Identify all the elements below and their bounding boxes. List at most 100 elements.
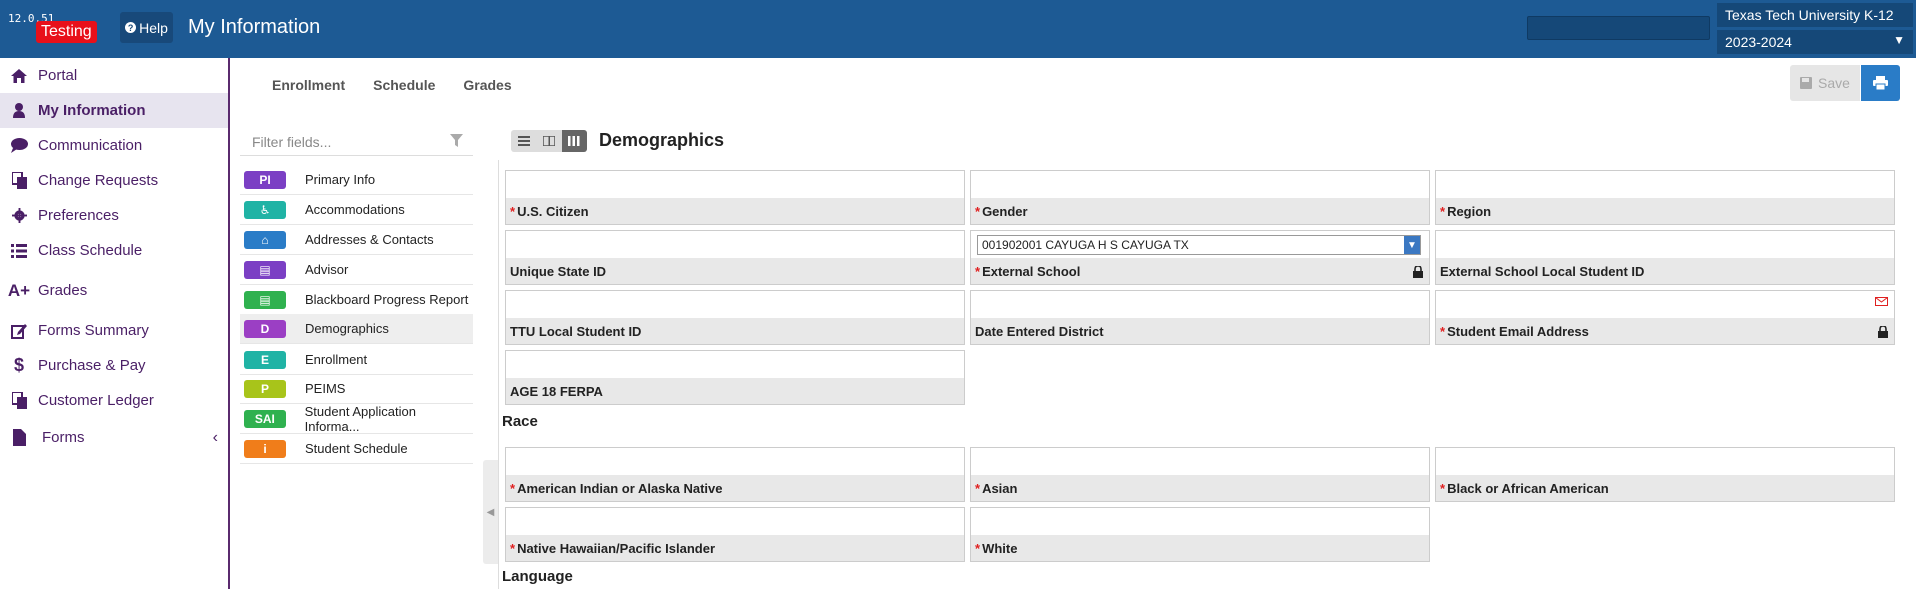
field-american-indian[interactable]: * American Indian or Alaska Native <box>505 447 965 502</box>
view-list-button[interactable] <box>511 130 536 152</box>
field-external-school-local-id[interactable]: External School Local Student ID <box>1435 230 1895 285</box>
lock-icon <box>1878 326 1888 338</box>
view-two-column-button[interactable] <box>536 130 561 152</box>
section-item-primary-info[interactable]: PI Primary Info <box>240 165 473 195</box>
field-label: * U.S. Citizen <box>506 198 964 224</box>
accessibility-icon: ♿ <box>244 200 286 219</box>
field-label: TTU Local Student ID <box>506 318 964 344</box>
organization-select[interactable]: Texas Tech University K-12 <box>1717 3 1913 27</box>
sidebar-item-change-requests[interactable]: Change Requests <box>0 163 228 198</box>
section-item-student-schedule[interactable]: i Student Schedule <box>240 434 473 464</box>
section-item-student-application[interactable]: SAI Student Application Informa... <box>240 404 473 434</box>
help-button[interactable]: ? Help <box>120 12 173 43</box>
field-date-entered-district[interactable]: Date Entered District <box>970 290 1430 345</box>
help-label: Help <box>139 19 168 36</box>
sidebar-item-forms-summary[interactable]: Forms Summary <box>0 313 228 348</box>
demographics-form: * U.S. Citizen * Gender * Region Unique Sta… <box>498 160 1898 589</box>
sidebar-item-portal[interactable]: Portal <box>0 58 228 93</box>
sidebar-item-forms[interactable]: Forms ‹ <box>0 420 228 455</box>
section-label: Blackboard Progress Report <box>305 292 469 307</box>
field-black-african-american[interactable]: * Black or African American <box>1435 447 1895 502</box>
field-label: * Asian <box>971 475 1429 501</box>
triangle-left-icon: ◀ <box>486 506 495 518</box>
section-item-blackboard[interactable]: ▤ Blackboard Progress Report <box>240 285 473 315</box>
page-title: My Information <box>188 16 321 38</box>
sidebar-item-label: Preferences <box>38 207 119 224</box>
copy-icon <box>0 392 38 409</box>
section-item-peims[interactable]: P PEIMS <box>240 374 473 404</box>
field-unique-state-id[interactable]: Unique State ID <box>505 230 965 285</box>
field-label: Unique State ID <box>506 258 964 284</box>
sidebar-item-class-schedule[interactable]: Class Schedule <box>0 233 228 268</box>
collapse-panel-handle[interactable]: ◀ <box>483 460 498 564</box>
field-asian[interactable]: * Asian <box>970 447 1430 502</box>
section-label: PEIMS <box>305 381 346 396</box>
section-label: Accommodations <box>305 202 405 217</box>
section-label: Demographics <box>305 321 389 336</box>
tab-schedule[interactable]: Schedule <box>373 77 435 93</box>
save-label: Save <box>1818 75 1850 91</box>
app-logo[interactable]: 12.0.51 Testing <box>6 12 106 48</box>
section-item-addresses-contacts[interactable]: ⌂ Addresses & Contacts <box>240 225 473 255</box>
year-select[interactable]: 2023-2024 ▼ <box>1717 30 1913 54</box>
field-label: * Student Email Address <box>1436 318 1894 344</box>
field-label: * Black or African American <box>1436 475 1894 501</box>
section-item-accommodations[interactable]: ♿ Accommodations <box>240 195 473 225</box>
lock-icon <box>1413 266 1423 278</box>
field-label: * Gender <box>971 198 1429 224</box>
top-bar: 12.0.51 Testing ? Help My Information Te… <box>0 0 1916 58</box>
sidebar-item-my-information[interactable]: My Information <box>0 93 228 128</box>
edit-icon <box>0 323 38 339</box>
section-item-enrollment[interactable]: E Enrollment <box>240 345 473 375</box>
content-tabs: Enrollment Schedule Grades <box>272 77 540 93</box>
caret-down-icon: ▼ <box>1893 33 1905 47</box>
home-icon: ⌂ <box>244 230 286 249</box>
section-item-advisor[interactable]: ▤ Advisor <box>240 255 473 285</box>
section-label: Enrollment <box>305 352 368 367</box>
global-search-input[interactable] <box>1527 16 1710 40</box>
field-student-email[interactable]: * Student Email Address <box>1435 290 1895 345</box>
sidebar-item-purchase-pay[interactable]: $ Purchase & Pay <box>0 348 228 383</box>
list-icon <box>0 243 38 258</box>
field-us-citizen[interactable]: * U.S. Citizen <box>505 170 965 225</box>
sidebar-item-preferences[interactable]: Preferences <box>0 198 228 233</box>
section-badge: P <box>244 379 286 398</box>
sidebar-item-label: Communication <box>38 137 143 154</box>
section-item-demographics[interactable]: D Demographics <box>240 314 473 344</box>
home-icon <box>0 68 38 83</box>
sidebar-item-grades[interactable]: A+ Grades <box>0 273 228 308</box>
tab-enrollment[interactable]: Enrollment <box>272 77 345 93</box>
chevron-left-icon[interactable]: ‹ <box>213 429 218 447</box>
dropdown-arrow-icon[interactable]: ▼ <box>1404 236 1420 254</box>
view-three-column-button[interactable] <box>561 130 587 152</box>
sidebar-item-label: Portal <box>38 67 78 84</box>
print-button[interactable] <box>1861 65 1900 101</box>
printer-icon <box>1873 76 1888 90</box>
year-value: 2023-2024 <box>1725 34 1792 50</box>
field-white[interactable]: * White <box>970 507 1430 562</box>
field-label: Date Entered District <box>971 318 1429 344</box>
field-region[interactable]: * Region <box>1435 170 1895 225</box>
a-plus-icon: A+ <box>7 280 31 300</box>
field-label: AGE 18 FERPA <box>506 378 964 404</box>
section-label: Student Application Informa... <box>304 403 416 434</box>
sidebar-item-label: Customer Ledger <box>38 392 154 409</box>
tab-grades[interactable]: Grades <box>463 77 511 93</box>
sidebar-item-communication[interactable]: Communication <box>0 128 228 163</box>
sidebar: Portal My Information Communication Chan… <box>0 58 230 589</box>
field-gender[interactable]: * Gender <box>970 170 1430 225</box>
field-age-18-ferpa[interactable]: AGE 18 FERPA <box>505 350 965 405</box>
field-native-hawaiian[interactable]: * Native Hawaiian/Pacific Islander <box>505 507 965 562</box>
question-icon: ? <box>125 22 137 33</box>
field-ttu-local-student-id[interactable]: TTU Local Student ID <box>505 290 965 345</box>
sidebar-item-label: Forms Summary <box>38 322 149 339</box>
sidebar-item-customer-ledger[interactable]: Customer Ledger <box>0 383 228 418</box>
external-school-select[interactable]: 001902001 CAYUGA H S CAYUGA TX ▼ <box>977 235 1421 255</box>
funnel-icon[interactable] <box>450 134 463 147</box>
field-label: External School Local Student ID <box>1436 258 1894 284</box>
field-label: * Region <box>1436 198 1894 224</box>
save-button[interactable]: Save <box>1790 65 1860 101</box>
filter-placeholder: Filter fields... <box>252 134 332 150</box>
filter-fields-input[interactable]: Filter fields... <box>240 126 473 156</box>
envelope-icon[interactable] <box>1875 297 1888 306</box>
